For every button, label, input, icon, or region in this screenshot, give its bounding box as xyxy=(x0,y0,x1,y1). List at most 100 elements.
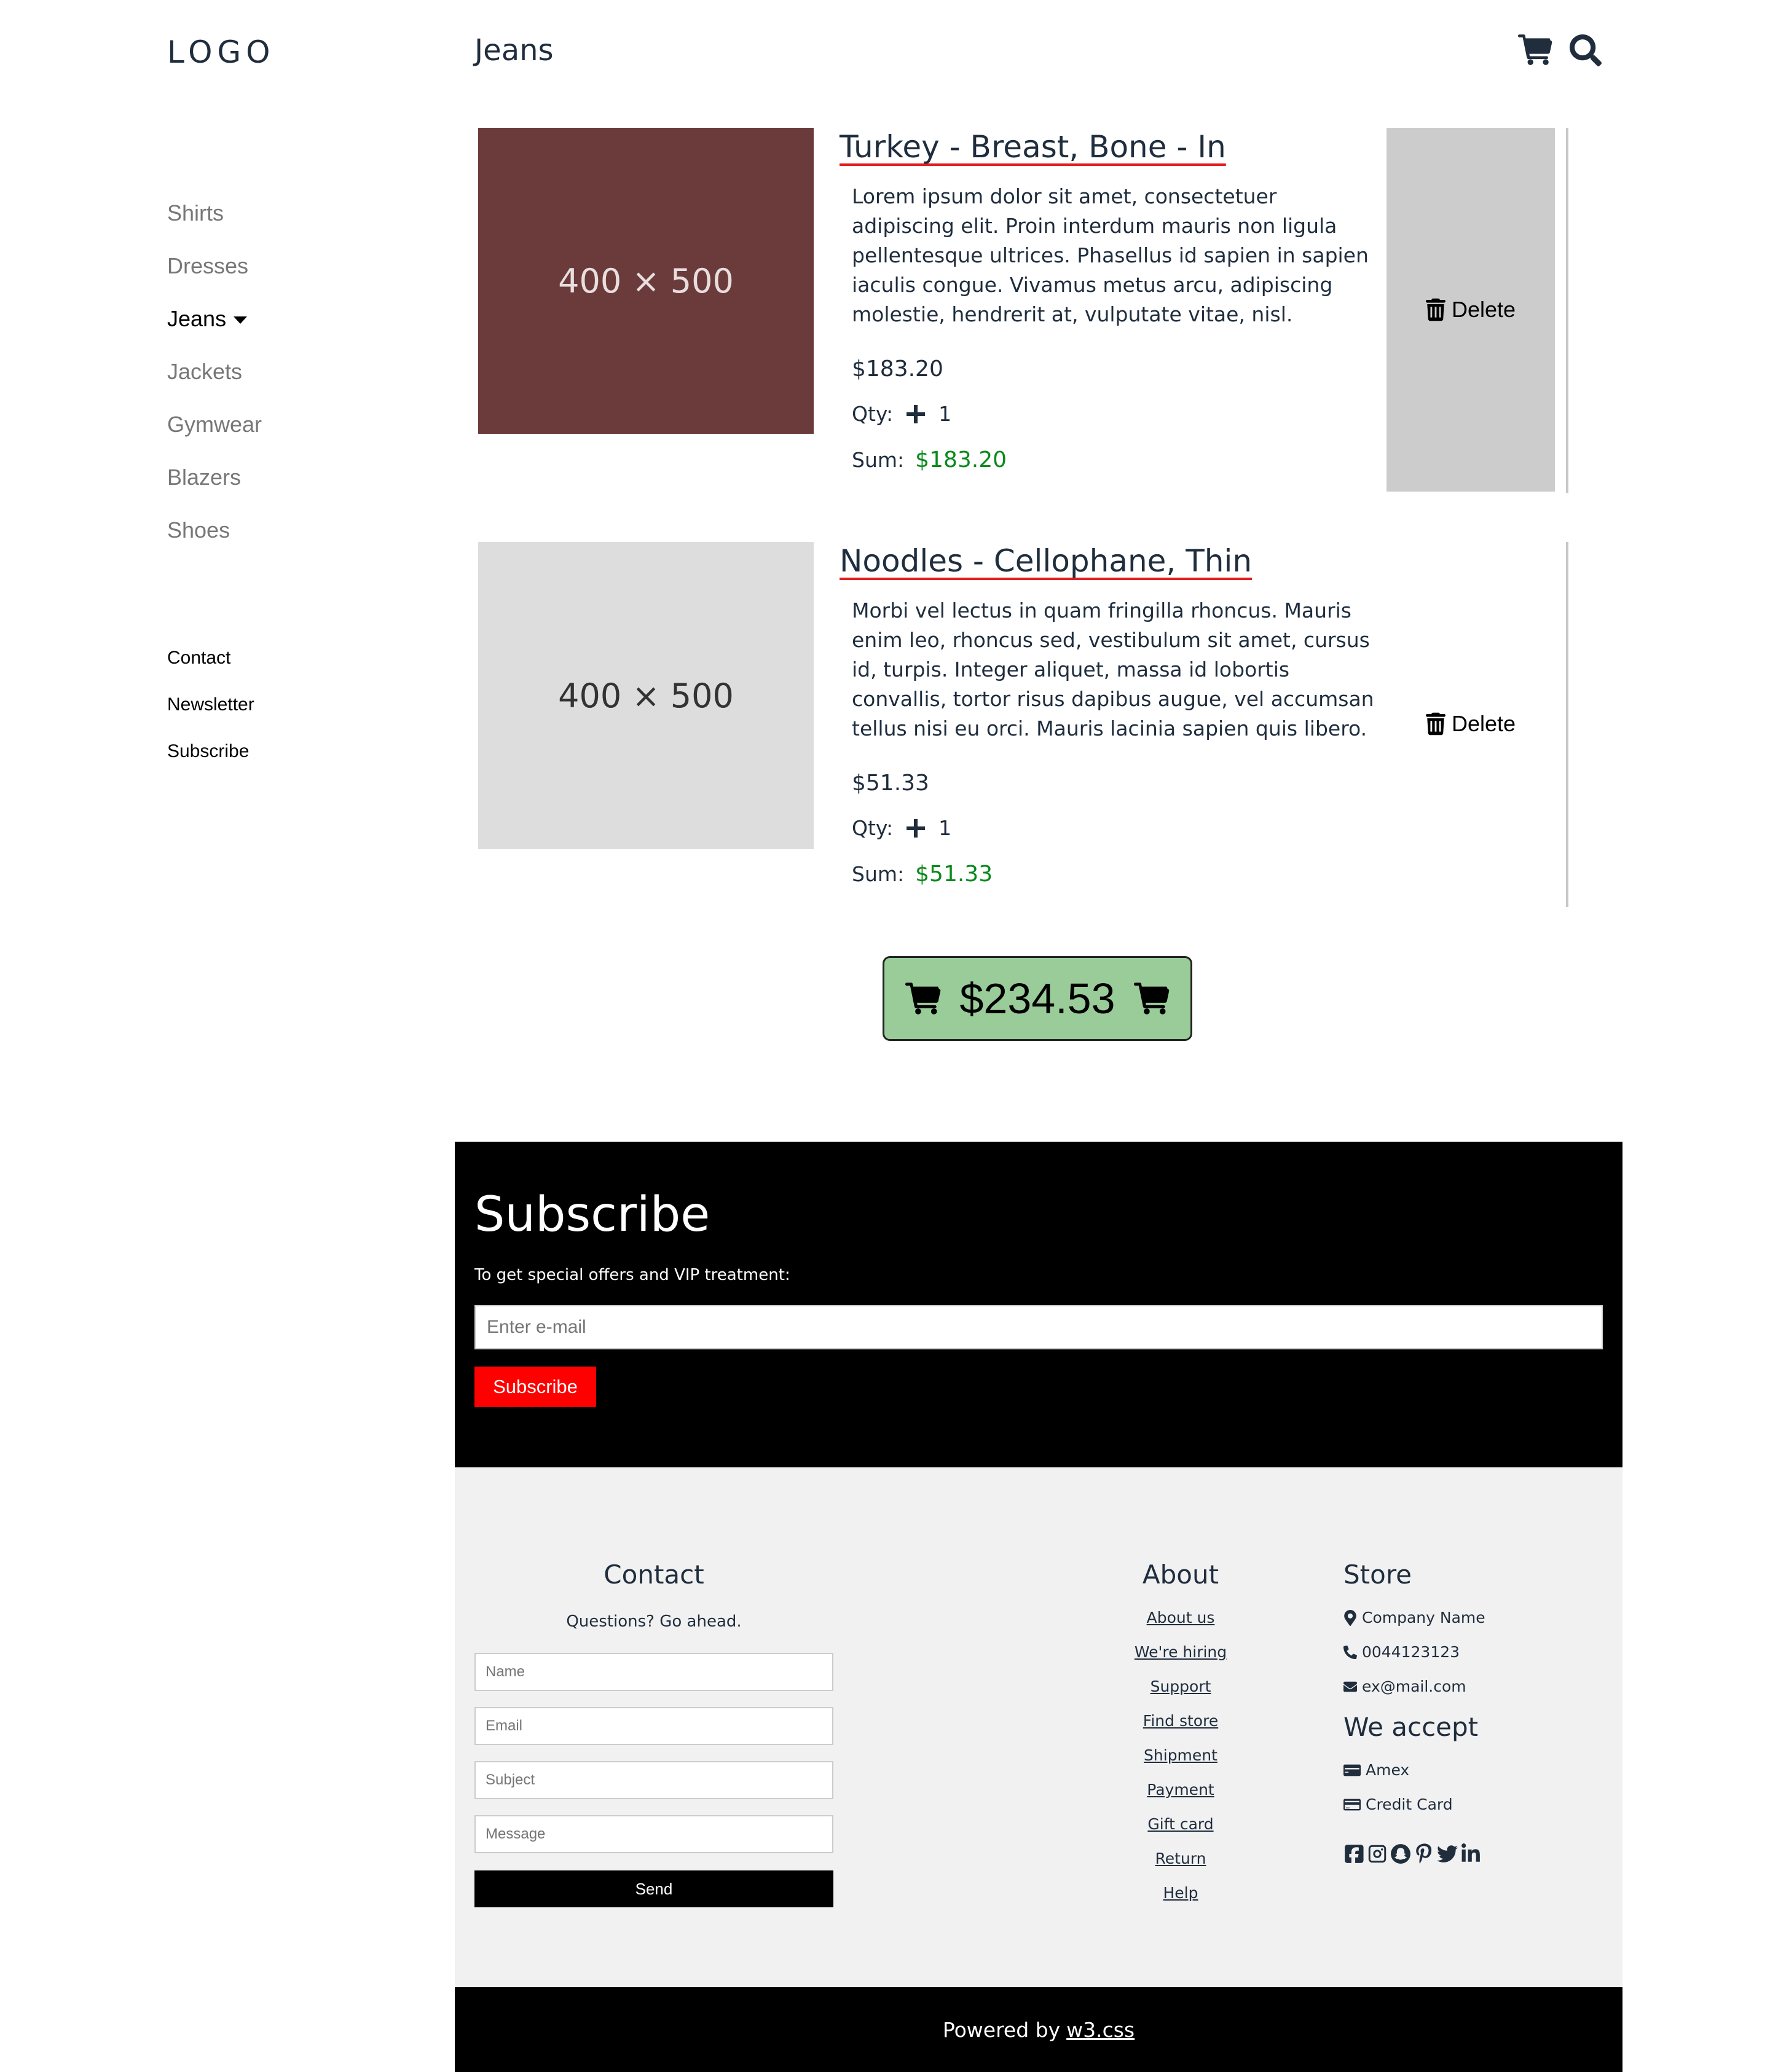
qty-label: Qty: xyxy=(852,816,894,840)
subscribe-title: Subscribe xyxy=(474,1187,710,1242)
product-image[interactable]: 400 × 500 xyxy=(478,128,814,434)
delete-button[interactable]: Delete xyxy=(1386,542,1555,906)
payment-amex: Amex xyxy=(1343,1761,1409,1779)
powered-by-bar: Powered by w3.css xyxy=(455,1987,1622,2072)
sidebar-item-shoes[interactable]: Shoes xyxy=(167,517,230,543)
sidebar-link-subscribe[interactable]: Subscribe xyxy=(167,741,249,762)
plus-icon[interactable] xyxy=(907,404,926,423)
snapchat-icon[interactable] xyxy=(1390,1843,1411,1864)
about-link[interactable]: Find store xyxy=(969,1712,1393,1730)
delete-label: Delete xyxy=(1451,711,1516,736)
sidebar-item-jackets[interactable]: Jackets xyxy=(167,359,242,385)
qty-value: 1 xyxy=(938,402,952,426)
email-field[interactable] xyxy=(474,1707,833,1745)
phone-number: 0044123123 xyxy=(1362,1643,1460,1661)
store-title: Store xyxy=(1343,1560,1412,1590)
social-icons xyxy=(1343,1843,1484,1864)
w3css-link[interactable]: w3.css xyxy=(1066,2018,1135,2042)
quantity-control: Qty: 1 xyxy=(852,402,951,426)
product-price: $51.33 xyxy=(852,771,929,796)
contact-subtitle: Questions? Go ahead. xyxy=(566,1612,742,1631)
logo[interactable]: LOGO xyxy=(167,34,275,70)
about-link[interactable]: Return xyxy=(969,1850,1393,1867)
company-name: Company Name xyxy=(1362,1609,1485,1627)
trash-icon xyxy=(1425,712,1446,736)
we-accept-title: We accept xyxy=(1343,1712,1479,1742)
delete-label: Delete xyxy=(1451,297,1516,322)
sum-label: Sum: xyxy=(852,448,905,472)
subscribe-button[interactable]: Subscribe xyxy=(474,1367,596,1407)
store-email-text: ex@mail.com xyxy=(1362,1678,1466,1695)
checkout-total-button[interactable]: $234.53 xyxy=(883,956,1192,1041)
sidebar-item-blazers[interactable]: Blazers xyxy=(167,465,241,490)
sum-value: $51.33 xyxy=(915,861,993,887)
message-field[interactable] xyxy=(474,1815,833,1853)
product-sum: Sum: $51.33 xyxy=(852,861,993,887)
payment-credit-card: Credit Card xyxy=(1343,1795,1453,1813)
divider xyxy=(1566,542,1568,907)
subscribe-email-input[interactable] xyxy=(474,1305,1603,1349)
image-placeholder-text: 400 × 500 xyxy=(558,261,734,300)
subscribe-text: To get special offers and VIP treatment: xyxy=(474,1266,790,1284)
footer: Contact Questions? Go ahead. Send About … xyxy=(455,1467,1622,1987)
store-company: Company Name xyxy=(1343,1609,1485,1627)
amex-card-icon xyxy=(1343,1764,1361,1776)
search-icon[interactable] xyxy=(1570,34,1604,69)
caret-down-icon xyxy=(234,316,248,324)
qty-value: 1 xyxy=(938,816,952,840)
sidebar-item-label: Jeans xyxy=(167,306,227,331)
map-marker-icon xyxy=(1344,1609,1356,1626)
facebook-icon[interactable] xyxy=(1343,1843,1364,1864)
payment-label: Amex xyxy=(1366,1761,1410,1779)
contact-title: Contact xyxy=(604,1560,704,1590)
sum-value: $183.20 xyxy=(915,447,1007,473)
product-image[interactable]: 400 × 500 xyxy=(478,542,814,849)
sidebar-item-shirts[interactable]: Shirts xyxy=(167,200,224,226)
subject-field[interactable] xyxy=(474,1761,833,1799)
about-link[interactable]: About us xyxy=(969,1609,1393,1627)
send-button[interactable]: Send xyxy=(474,1870,833,1907)
twitter-icon[interactable] xyxy=(1437,1843,1458,1864)
sidebar-item-jeans[interactable]: Jeans xyxy=(167,306,248,332)
sum-label: Sum: xyxy=(852,862,905,886)
pinterest-icon[interactable] xyxy=(1414,1843,1434,1864)
sidebar-item-dresses[interactable]: Dresses xyxy=(167,253,248,279)
page-title: Jeans xyxy=(474,33,554,68)
about-link[interactable]: We're hiring xyxy=(969,1643,1393,1661)
about-link[interactable]: Shipment xyxy=(969,1746,1393,1764)
product-description: Lorem ipsum dolor sit amet, consectetuer… xyxy=(852,184,1369,326)
about-link[interactable]: Payment xyxy=(969,1781,1393,1799)
sidebar-link-newsletter[interactable]: Newsletter xyxy=(167,694,254,715)
store-phone: 0044123123 xyxy=(1343,1643,1460,1661)
quantity-control: Qty: 1 xyxy=(852,816,951,840)
sidebar-link-contact[interactable]: Contact xyxy=(167,648,230,669)
instagram-icon[interactable] xyxy=(1367,1843,1388,1864)
product-title[interactable]: Turkey - Breast, Bone - In xyxy=(840,129,1226,165)
about-title: About xyxy=(1142,1560,1219,1590)
image-placeholder-text: 400 × 500 xyxy=(558,676,734,715)
divider xyxy=(1566,128,1568,493)
plus-icon[interactable] xyxy=(907,818,926,838)
cart-icon xyxy=(1133,983,1169,1014)
linkedin-icon[interactable] xyxy=(1460,1843,1481,1864)
about-link[interactable]: Gift card xyxy=(969,1815,1393,1833)
name-field[interactable] xyxy=(474,1653,833,1691)
cart-icon xyxy=(905,983,941,1014)
payment-label: Credit Card xyxy=(1366,1795,1453,1813)
cart-icon[interactable] xyxy=(1518,34,1552,69)
product-sum: Sum: $183.20 xyxy=(852,447,1007,473)
product-title[interactable]: Noodles - Cellophane, Thin xyxy=(840,543,1252,579)
sidebar-item-gymwear[interactable]: Gymwear xyxy=(167,412,262,438)
about-link[interactable]: Help xyxy=(969,1884,1393,1902)
subscribe-section: Subscribe To get special offers and VIP … xyxy=(455,1142,1622,1467)
trash-icon xyxy=(1425,298,1446,321)
store-email: ex@mail.com xyxy=(1343,1678,1466,1695)
phone-icon xyxy=(1343,1645,1357,1659)
about-link[interactable]: Support xyxy=(969,1678,1393,1695)
powered-by-text: Powered by xyxy=(942,2017,1061,2042)
delete-button[interactable]: Delete xyxy=(1386,128,1555,492)
cart-total: $234.53 xyxy=(959,975,1115,1022)
product-description: Morbi vel lectus in quam fringilla rhonc… xyxy=(852,598,1374,740)
product-price: $183.20 xyxy=(852,356,943,382)
qty-label: Qty: xyxy=(852,402,894,426)
